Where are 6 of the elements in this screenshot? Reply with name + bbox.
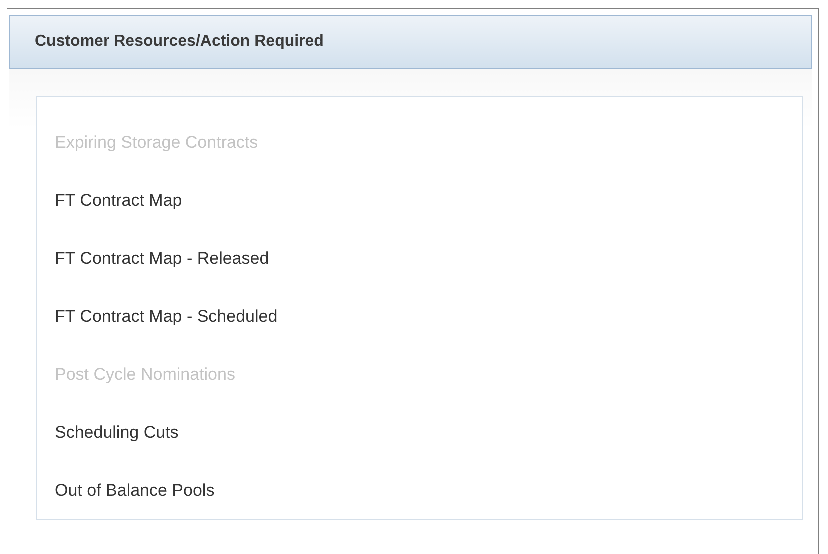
resource-link[interactable]: FT Contract Map - Released (55, 249, 270, 269)
resource-link[interactable]: Out of Balance Pools (55, 481, 215, 501)
resource-link[interactable]: Scheduling Cuts (55, 423, 179, 443)
panel-header: Customer Resources/Action Required (9, 15, 812, 69)
resource-link[interactable]: FT Contract Map - Scheduled (55, 307, 278, 327)
resource-link[interactable]: FT Contract Map (55, 191, 182, 211)
